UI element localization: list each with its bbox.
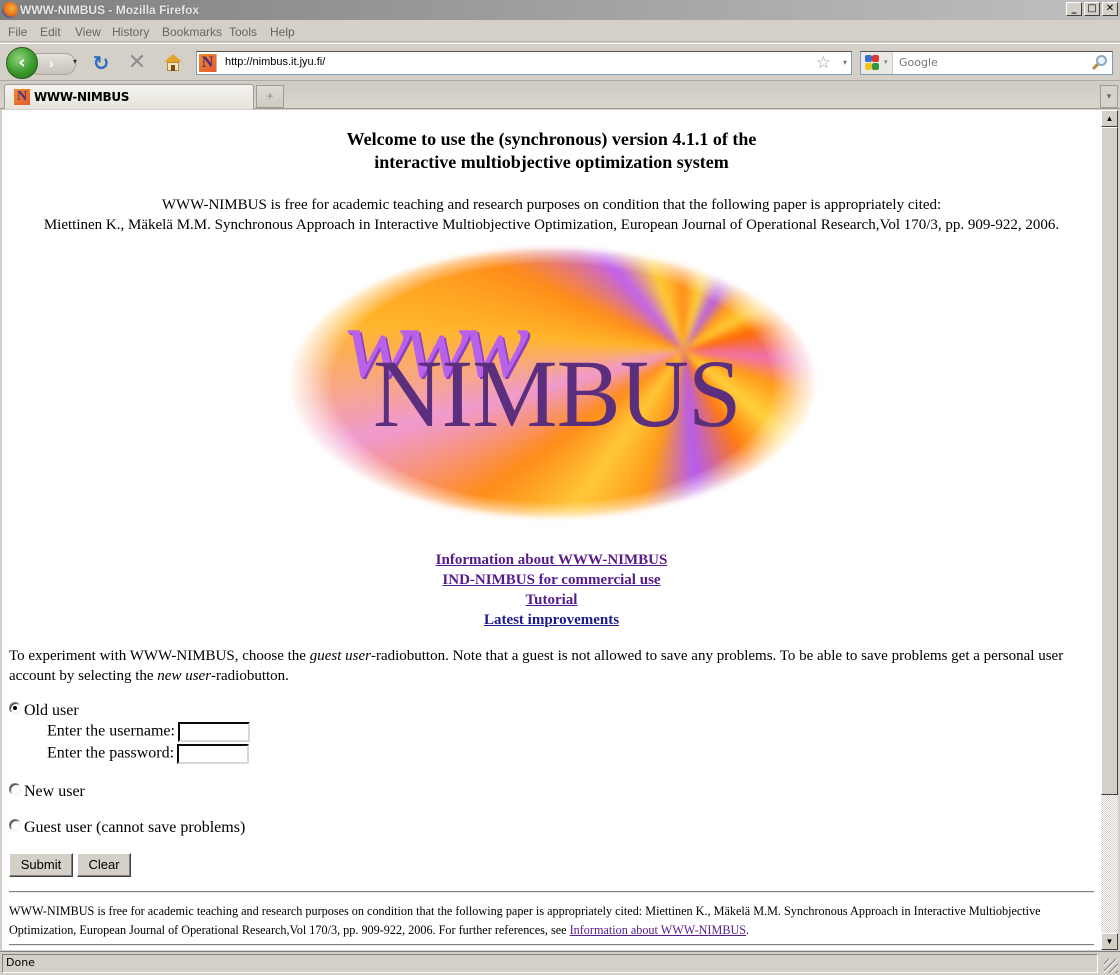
forward-arrow-icon: › xyxy=(49,55,54,71)
scroll-down-arrow-icon: ▼ xyxy=(1105,937,1114,946)
history-dropdown-icon[interactable]: ▾ xyxy=(73,57,77,66)
username-row: Enter the username: xyxy=(47,722,250,742)
menu-bookmarks[interactable]: Bookmarks xyxy=(162,25,222,39)
link-latest-improvements[interactable]: Latest improvements xyxy=(484,610,619,630)
menu-history[interactable]: History xyxy=(112,25,149,39)
url-dropdown-icon[interactable]: ▾ xyxy=(843,58,847,67)
link-tutorial[interactable]: Tutorial xyxy=(526,590,578,610)
main-links: Information about WWW-NIMBUS IND-NIMBUS … xyxy=(2,550,1101,630)
vertical-scrollbar[interactable]: ▲ ▼ xyxy=(1101,110,1118,950)
firefox-icon xyxy=(2,2,18,18)
close-button[interactable]: ✕ xyxy=(1102,2,1118,16)
scroll-up-button[interactable]: ▲ xyxy=(1101,110,1118,127)
tab-bar: N WWW-NIMBUS + ▾ xyxy=(0,82,1120,109)
site-favicon-icon: N xyxy=(199,54,217,72)
heading-line-2: interactive multiobjective optimization … xyxy=(374,152,729,172)
title-bar: WWW-NIMBUS - Mozilla Firefox _ □ ✕ xyxy=(0,0,1120,20)
bookmark-star-icon[interactable]: ☆ xyxy=(816,53,831,73)
link-information[interactable]: Information about WWW-NIMBUS xyxy=(436,550,668,570)
scroll-down-button[interactable]: ▼ xyxy=(1101,933,1118,950)
tab-favicon-icon: N xyxy=(14,89,30,105)
menu-edit[interactable]: Edit xyxy=(40,25,61,39)
menu-help[interactable]: Help xyxy=(270,25,295,39)
footer-citation: WWW-NIMBUS is free for academic teaching… xyxy=(9,902,1094,940)
status-text: Done xyxy=(6,956,35,969)
status-bar: Done xyxy=(0,951,1120,975)
resize-grip-icon[interactable] xyxy=(1104,959,1118,973)
footer-link-information[interactable]: Information about WWW-NIMBUS xyxy=(570,923,746,937)
browser-window: WWW-NIMBUS - Mozilla Firefox _ □ ✕ File … xyxy=(0,0,1120,975)
citation-notice-line-1: WWW-NIMBUS is free for academic teaching… xyxy=(161,197,942,213)
password-input[interactable] xyxy=(177,744,250,764)
intro-text: To experiment with WWW-NIMBUS, choose th… xyxy=(9,646,1094,686)
clear-button[interactable]: Clear xyxy=(77,853,131,877)
radio-old-user[interactable] xyxy=(9,702,21,714)
citation-reference: Miettinen K., Mäkelä M.M. Synchronous Ap… xyxy=(43,217,1060,233)
scroll-up-arrow-icon: ▲ xyxy=(1105,114,1114,123)
nimbus-logo: www NIMBUS xyxy=(285,238,820,528)
tab-label: WWW-NIMBUS xyxy=(34,90,130,104)
username-input[interactable] xyxy=(177,722,250,742)
option-old-user[interactable]: Old user xyxy=(9,702,79,720)
search-input[interactable] xyxy=(899,56,1079,69)
heading-line-1: Welcome to use the (synchronous) version… xyxy=(346,129,757,149)
stop-button[interactable]: ✕ xyxy=(126,52,148,74)
url-text[interactable]: http://nimbus.it.jyu.fi/ xyxy=(225,56,325,68)
label-guest-user: Guest user (cannot save problems) xyxy=(24,819,246,836)
intro-part-3: -radiobutton. xyxy=(211,668,289,684)
new-tab-button[interactable]: + xyxy=(256,85,284,108)
navigation-toolbar: › ‹ ▾ ↻ ✕ N http://nimbus.it.jyu.fi/ ☆ ▾ xyxy=(0,43,1120,81)
password-row: Enter the password: xyxy=(47,744,250,764)
intro-part-1: To experiment with WWW-NIMBUS, choose th… xyxy=(9,648,310,664)
menu-file[interactable]: File xyxy=(8,25,27,39)
option-new-user[interactable]: New user xyxy=(9,783,85,801)
divider-bottom xyxy=(9,944,1094,946)
window-controls: _ □ ✕ xyxy=(1066,2,1118,16)
search-magnifier-icon[interactable] xyxy=(1090,54,1108,72)
label-old-user: Old user xyxy=(24,702,79,719)
menu-bar: File Edit View History Bookmarks Tools H… xyxy=(0,21,1120,42)
username-label: Enter the username: xyxy=(47,722,175,740)
option-guest-user[interactable]: Guest user (cannot save problems) xyxy=(9,819,245,837)
divider-top xyxy=(9,891,1094,893)
reload-button[interactable]: ↻ xyxy=(90,52,112,74)
radio-new-user[interactable] xyxy=(9,783,21,795)
maximize-button[interactable]: □ xyxy=(1084,2,1100,16)
label-new-user: New user xyxy=(24,783,85,800)
footer-trailing: . xyxy=(746,923,750,937)
menu-view[interactable]: View xyxy=(75,25,101,39)
back-button[interactable]: ‹ xyxy=(6,47,38,79)
minimize-button[interactable]: _ xyxy=(1066,2,1082,16)
citation-notice: WWW-NIMBUS is free for academic teaching… xyxy=(2,195,1101,235)
back-arrow-icon: ‹ xyxy=(18,52,26,73)
tab-www-nimbus[interactable]: N WWW-NIMBUS xyxy=(4,84,254,109)
engine-dropdown-icon: ▾ xyxy=(884,59,888,66)
page-content: Welcome to use the (synchronous) version… xyxy=(2,110,1101,950)
url-bar[interactable]: N http://nimbus.it.jyu.fi/ ☆ ▾ xyxy=(196,51,852,75)
search-bar: ▾ xyxy=(860,51,1113,75)
search-engine-button[interactable]: ▾ xyxy=(861,52,893,74)
password-label: Enter the password: xyxy=(47,744,175,762)
intro-emphasis-guest-user: guest user xyxy=(309,648,371,664)
status-panel xyxy=(2,954,1098,973)
logo-nimbus-text: NIMBUS xyxy=(373,340,741,447)
list-all-tabs-button[interactable]: ▾ xyxy=(1100,85,1118,108)
window-title: WWW-NIMBUS - Mozilla Firefox xyxy=(20,3,200,17)
home-button[interactable] xyxy=(162,52,184,74)
radio-guest-user[interactable] xyxy=(9,819,21,831)
reload-icon: ↻ xyxy=(92,51,110,75)
menu-tools[interactable]: Tools xyxy=(229,25,257,39)
scroll-thumb[interactable] xyxy=(1101,127,1118,795)
footer-text: WWW-NIMBUS is free for academic teaching… xyxy=(9,904,1041,937)
link-ind-nimbus[interactable]: IND-NIMBUS for commercial use xyxy=(442,570,660,590)
stop-icon: ✕ xyxy=(127,50,147,75)
page-heading: Welcome to use the (synchronous) version… xyxy=(2,128,1101,174)
back-forward-group: › ‹ ▾ xyxy=(6,47,80,79)
submit-button[interactable]: Submit xyxy=(9,853,73,877)
intro-emphasis-new-user: new user xyxy=(157,668,212,684)
